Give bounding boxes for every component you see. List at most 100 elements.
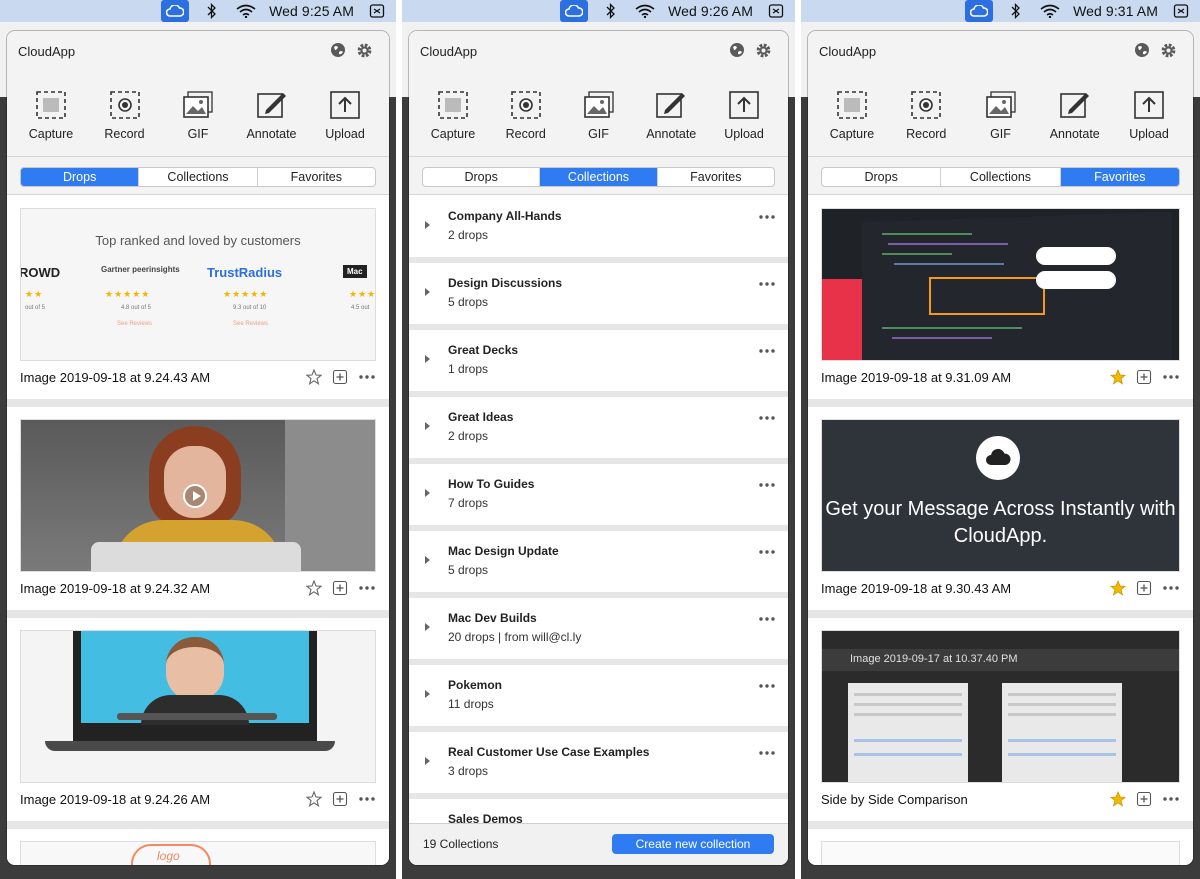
create-collection-button[interactable]: Create new collection (612, 834, 774, 854)
capture-button[interactable]: Capture (15, 89, 87, 141)
record-button[interactable]: Record (89, 89, 161, 141)
disclosure-triangle-icon[interactable] (425, 288, 430, 296)
more-options-icon[interactable] (758, 549, 776, 555)
disclosure-triangle-icon[interactable] (425, 757, 430, 765)
collection-row[interactable]: Design Discussions 5 drops (409, 263, 788, 324)
tab-collections[interactable]: Collections (139, 168, 258, 186)
drop-item[interactable]: Image 2019-09-18 at 9.24.32 AM (7, 407, 389, 610)
drop-thumbnail[interactable] (20, 630, 376, 783)
bluetooth-icon[interactable] (1005, 1, 1027, 21)
cloudapp-menubar-icon[interactable] (161, 0, 190, 22)
disclosure-triangle-icon[interactable] (425, 489, 430, 497)
favorite-item[interactable]: Image 2019-09-17 at 10.37.40 PM Side by … (808, 618, 1193, 821)
star-filled-icon[interactable] (1110, 369, 1126, 385)
star-icon[interactable] (306, 580, 322, 596)
more-options-icon[interactable] (758, 281, 776, 287)
favorites-list[interactable]: Image 2019-09-18 at 9.31.09 AM Get your … (808, 196, 1193, 865)
cloudapp-menubar-icon[interactable] (560, 0, 589, 22)
collection-row[interactable]: Mac Design Update 5 drops (409, 531, 788, 592)
disclosure-triangle-icon[interactable] (425, 623, 430, 631)
tab-favorites[interactable]: Favorites (258, 168, 375, 186)
collection-row[interactable]: Mac Dev Builds 20 drops | from will@cl.l… (409, 598, 788, 659)
bluetooth-icon[interactable] (201, 1, 223, 21)
gear-icon[interactable] (755, 42, 772, 59)
drop-item[interactable]: Top ranked and loved by customers ROWD G… (7, 196, 389, 399)
more-options-icon[interactable] (758, 482, 776, 488)
gif-button[interactable]: GIF (563, 89, 635, 141)
collection-row[interactable]: How To Guides 7 drops (409, 464, 788, 525)
add-to-collection-icon[interactable] (1136, 791, 1152, 807)
capture-button[interactable]: Capture (417, 89, 489, 141)
favorite-title[interactable]: Side by Side Comparison (821, 792, 968, 807)
more-options-icon[interactable] (758, 214, 776, 220)
favorite-item[interactable] (808, 829, 1193, 865)
menubar-extra-icon[interactable] (1170, 1, 1192, 21)
drop-title[interactable]: Image 2019-09-18 at 9.24.43 AM (20, 370, 210, 385)
more-options-icon[interactable] (358, 585, 376, 591)
drop-title[interactable]: Image 2019-09-18 at 9.24.32 AM (20, 581, 210, 596)
menubar-clock[interactable]: Wed 9:25 AM (269, 3, 354, 19)
more-options-icon[interactable] (758, 348, 776, 354)
more-options-icon[interactable] (358, 796, 376, 802)
globe-icon[interactable] (330, 42, 346, 58)
wifi-icon[interactable] (1039, 1, 1061, 21)
add-to-collection-icon[interactable] (332, 369, 348, 385)
menubar-extra-icon[interactable] (765, 1, 787, 21)
tab-collections[interactable]: Collections (941, 168, 1061, 186)
collections-list[interactable]: Company All-Hands 2 drops Design Discuss… (409, 196, 788, 865)
drop-title[interactable]: Image 2019-09-18 at 9.24.26 AM (20, 792, 210, 807)
disclosure-triangle-icon[interactable] (425, 690, 430, 698)
disclosure-triangle-icon[interactable] (425, 556, 430, 564)
favorite-item[interactable]: Get your Message Across Instantly with C… (808, 407, 1193, 610)
tab-collections[interactable]: Collections (540, 168, 658, 186)
add-to-collection-icon[interactable] (1136, 580, 1152, 596)
collection-row[interactable]: Great Decks 1 drops (409, 330, 788, 391)
record-button[interactable]: Record (490, 89, 562, 141)
star-filled-icon[interactable] (1110, 791, 1126, 807)
collection-row[interactable]: Great Ideas 2 drops (409, 397, 788, 458)
drop-thumbnail[interactable]: Image 2019-09-17 at 10.37.40 PM (821, 630, 1180, 783)
star-icon[interactable] (306, 369, 322, 385)
gear-icon[interactable] (356, 42, 373, 59)
drop-item[interactable]: logo (7, 829, 389, 865)
collection-row[interactable]: Real Customer Use Case Examples 3 drops (409, 732, 788, 793)
menubar-clock[interactable]: Wed 9:26 AM (668, 3, 753, 19)
collection-row[interactable]: Company All-Hands 2 drops (409, 196, 788, 257)
gif-button[interactable]: GIF (162, 89, 234, 141)
upload-button[interactable]: Upload (708, 89, 780, 141)
drop-thumbnail[interactable]: Get your Message Across Instantly with C… (821, 419, 1180, 572)
annotate-button[interactable]: Annotate (1039, 89, 1111, 141)
tab-drops[interactable]: Drops (822, 168, 942, 186)
globe-icon[interactable] (729, 42, 745, 58)
drop-thumbnail[interactable]: logo (20, 841, 376, 865)
bluetooth-icon[interactable] (600, 1, 622, 21)
drop-thumbnail[interactable] (821, 841, 1180, 865)
more-options-icon[interactable] (758, 415, 776, 421)
tab-drops[interactable]: Drops (21, 168, 140, 186)
globe-icon[interactable] (1134, 42, 1150, 58)
more-options-icon[interactable] (1162, 374, 1180, 380)
more-options-icon[interactable] (1162, 796, 1180, 802)
favorite-title[interactable]: Image 2019-09-18 at 9.30.43 AM (821, 581, 1011, 596)
disclosure-triangle-icon[interactable] (425, 355, 430, 363)
drop-item[interactable]: Image 2019-09-18 at 9.24.26 AM (7, 618, 389, 821)
play-icon[interactable] (183, 484, 207, 508)
annotate-button[interactable]: Annotate (236, 89, 308, 141)
collection-row[interactable]: Pokemon 11 drops (409, 665, 788, 726)
disclosure-triangle-icon[interactable] (425, 221, 430, 229)
gear-icon[interactable] (1160, 42, 1177, 59)
record-button[interactable]: Record (890, 89, 962, 141)
drop-thumbnail[interactable] (20, 419, 376, 572)
wifi-icon[interactable] (235, 1, 257, 21)
drop-thumbnail[interactable]: Top ranked and loved by customers ROWD G… (20, 208, 376, 361)
more-options-icon[interactable] (1162, 585, 1180, 591)
star-icon[interactable] (306, 791, 322, 807)
drop-thumbnail[interactable] (821, 208, 1180, 361)
add-to-collection-icon[interactable] (1136, 369, 1152, 385)
upload-button[interactable]: Upload (1113, 89, 1185, 141)
cloudapp-menubar-icon[interactable] (965, 0, 994, 22)
drops-list[interactable]: Top ranked and loved by customers ROWD G… (7, 196, 389, 865)
tab-favorites[interactable]: Favorites (1060, 168, 1179, 186)
more-options-icon[interactable] (758, 750, 776, 756)
gif-button[interactable]: GIF (965, 89, 1037, 141)
